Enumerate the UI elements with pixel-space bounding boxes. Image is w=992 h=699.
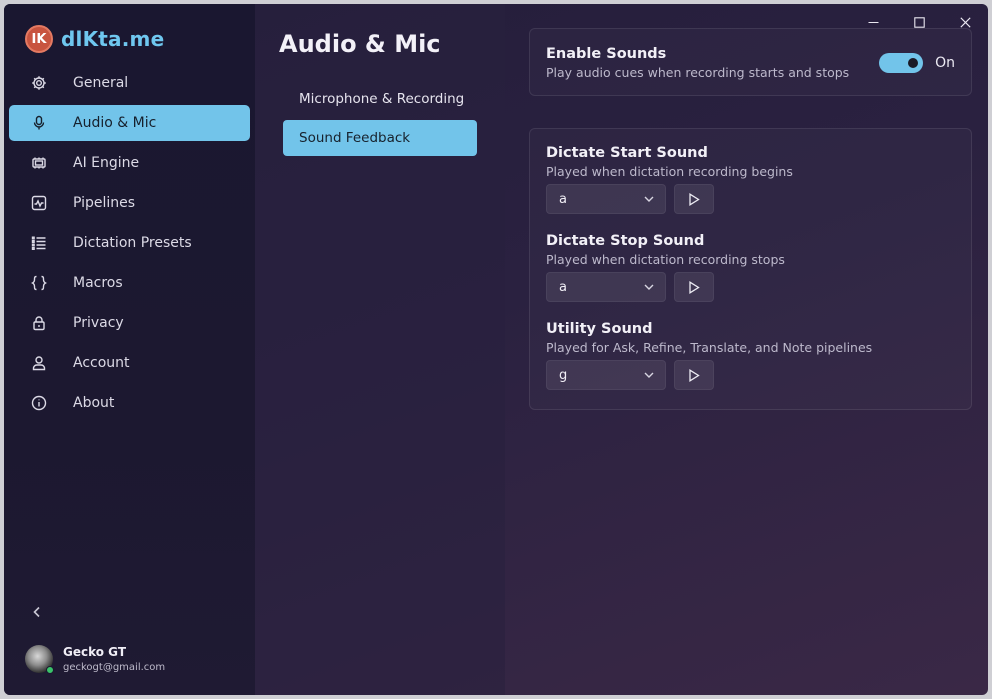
- sidebar-item-general[interactable]: General: [9, 65, 250, 101]
- utility-sound-row: Utility Sound Played for Ask, Refine, Tr…: [546, 321, 872, 390]
- sidebar-item-macros[interactable]: Macros: [9, 265, 250, 301]
- dictate-stop-sound-select[interactable]: a: [546, 272, 666, 302]
- toggle-knob: [908, 58, 919, 68]
- sidebar-item-audio-mic[interactable]: Audio & Mic: [9, 105, 250, 141]
- dictate-start-sound-row: Dictate Start Sound Played when dictatio…: [546, 145, 793, 214]
- lock-icon: [29, 313, 49, 333]
- chip-icon: [29, 153, 49, 173]
- braces-icon: [29, 273, 49, 293]
- sound-description: Played when dictation recording stops: [546, 252, 785, 267]
- enable-sounds-description: Play audio cues when recording starts an…: [546, 65, 850, 80]
- chevron-down-icon: [644, 196, 654, 202]
- play-icon: [689, 280, 700, 294]
- sidebar-nav: General Audio & Mic AI Engine Pipelines: [9, 65, 250, 425]
- avatar: [25, 645, 54, 674]
- sound-title: Utility Sound: [546, 321, 653, 337]
- sound-selection-card: Dictate Start Sound Played when dictatio…: [529, 128, 972, 410]
- dictate-stop-sound-row: Dictate Stop Sound Played when dictation…: [546, 233, 785, 302]
- sidebar-item-ai-engine[interactable]: AI Engine: [9, 145, 250, 181]
- sound-description: Played when dictation recording begins: [546, 164, 793, 179]
- select-value: a: [559, 279, 567, 295]
- maximize-icon: [913, 16, 925, 28]
- minimize-icon: [868, 21, 878, 23]
- sidebar-item-label: Audio & Mic: [73, 115, 157, 131]
- dictate-start-sound-select[interactable]: a: [546, 184, 666, 214]
- chevron-left-icon: [33, 606, 40, 618]
- brand-logo-icon: IK: [25, 25, 53, 53]
- subnav-item-label: Microphone & Recording: [299, 91, 465, 107]
- sidebar-item-about[interactable]: About: [9, 385, 250, 421]
- user-profile[interactable]: Gecko GT geckogt@gmail.com: [25, 645, 166, 674]
- subnav-item-sound-feedback[interactable]: Sound Feedback: [283, 120, 477, 156]
- utility-sound-select[interactable]: g: [546, 360, 666, 390]
- gear-icon: [29, 73, 49, 93]
- brand-name: dlKta.me: [61, 27, 165, 51]
- sidebar-item-label: Privacy: [73, 315, 124, 331]
- play-icon: [689, 368, 700, 382]
- toggle-state-label: On: [935, 55, 955, 71]
- enable-sounds-toggle[interactable]: [879, 53, 924, 73]
- enable-sounds-card: Enable Sounds Play audio cues when recor…: [529, 28, 972, 96]
- subnav-item-label: Sound Feedback: [299, 130, 411, 146]
- sound-title: Dictate Stop Sound: [546, 233, 705, 249]
- close-icon: [959, 16, 971, 28]
- play-stop-sound-button[interactable]: [674, 272, 714, 302]
- user-icon: [29, 353, 49, 373]
- select-value: a: [559, 191, 567, 207]
- page-title: Audio & Mic: [279, 30, 441, 58]
- play-utility-sound-button[interactable]: [674, 360, 714, 390]
- brand: IK dlKta.me: [25, 25, 164, 53]
- pulse-icon: [29, 193, 49, 213]
- play-start-sound-button[interactable]: [674, 184, 714, 214]
- sidebar-item-label: Pipelines: [73, 195, 136, 211]
- microphone-icon: [29, 113, 49, 133]
- enable-sounds-title: Enable Sounds: [546, 46, 667, 62]
- sidebar-item-pipelines[interactable]: Pipelines: [9, 185, 250, 221]
- sidebar-item-label: About: [73, 395, 115, 411]
- sidebar-item-label: Account: [73, 355, 130, 371]
- chevron-down-icon: [644, 284, 654, 290]
- info-icon: [29, 393, 49, 413]
- collapse-sidebar-button[interactable]: [30, 604, 46, 620]
- content-panel: Enable Sounds Play audio cues when recor…: [505, 4, 988, 695]
- sidebar-item-label: Macros: [73, 275, 123, 291]
- sidebar-item-account[interactable]: Account: [9, 345, 250, 381]
- chevron-down-icon: [644, 372, 654, 378]
- section-subnav: Audio & Mic Microphone & Recording Sound…: [255, 4, 505, 695]
- app-window: IK dlKta.me General Audio & Mic AI Engin…: [4, 4, 988, 695]
- sidebar-item-label: General: [73, 75, 129, 91]
- online-status-icon: [46, 666, 54, 674]
- sidebar-item-label: Dictation Presets: [73, 235, 192, 251]
- sidebar: IK dlKta.me General Audio & Mic AI Engin…: [4, 4, 255, 695]
- user-name: Gecko GT: [63, 645, 127, 659]
- subnav-item-microphone-recording[interactable]: Microphone & Recording: [283, 81, 477, 117]
- user-email: geckogt@gmail.com: [63, 662, 166, 673]
- sound-description: Played for Ask, Refine, Translate, and N…: [546, 340, 873, 355]
- play-icon: [689, 192, 700, 206]
- sound-title: Dictate Start Sound: [546, 145, 708, 161]
- sidebar-item-label: AI Engine: [73, 155, 140, 171]
- sidebar-item-dictation-presets[interactable]: Dictation Presets: [9, 225, 250, 261]
- list-icon: [29, 233, 49, 253]
- select-value: g: [559, 367, 568, 383]
- sidebar-item-privacy[interactable]: Privacy: [9, 305, 250, 341]
